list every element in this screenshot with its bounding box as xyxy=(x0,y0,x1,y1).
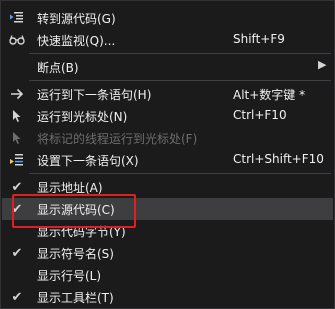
menu-item-label: 显示工具栏(T) xyxy=(37,291,114,305)
menu-item-label: 设置下一条语句(X) xyxy=(37,154,139,168)
submenu-arrow-icon: ▶ xyxy=(318,58,327,71)
menu-item-breakpoint[interactable]: 断点(B) ▶ xyxy=(2,56,333,78)
menu-separator xyxy=(29,173,331,174)
menu-separator xyxy=(29,80,331,81)
menu-item-label: 快速监视(Q)... xyxy=(37,34,116,48)
goto-source-icon xyxy=(8,9,26,27)
set-next-statement-icon xyxy=(8,151,26,169)
cursor-icon xyxy=(8,107,26,125)
menu-item-run-flagged-threads-to-cursor: 将标记的线程运行到光标处(F) xyxy=(2,127,333,149)
arrow-right-icon xyxy=(8,85,26,103)
menu-item-shortcut: Ctrl+Shift+F10 xyxy=(233,152,324,166)
check-icon: ✔ xyxy=(11,245,23,261)
menu-item-set-next-statement[interactable]: 设置下一条语句(X) Ctrl+Shift+F10 xyxy=(2,149,333,171)
menu-item-label: 将标记的线程运行到光标处(F) xyxy=(37,132,198,146)
menu-item-run-to-cursor[interactable]: 运行到光标处(N) Ctrl+F10 xyxy=(2,105,333,127)
menu-item-label: 运行到下一条语句(H) xyxy=(37,88,152,102)
menu-item-shortcut: Alt+数字键 * xyxy=(233,88,306,102)
menu-item-quick-watch[interactable]: 快速监视(Q)... Shift+F9 xyxy=(2,29,333,51)
menu-item-label: 转到源代码(G) xyxy=(37,12,116,26)
menu-item-go-to-source[interactable]: 转到源代码(G) xyxy=(2,7,333,29)
menu-separator xyxy=(29,53,331,54)
annotation-highlight-box xyxy=(12,194,136,228)
context-menu: 转到源代码(G) 快速监视(Q)... Shift+F9 断点(B) ▶ 运行到… xyxy=(0,0,335,309)
menu-item-show-symbol-names[interactable]: ✔ 显示符号名(S) xyxy=(2,242,333,264)
check-icon: ✔ xyxy=(11,289,23,305)
cursor-icon xyxy=(8,129,26,147)
menu-item-show-toolbar[interactable]: ✔ 显示工具栏(T) xyxy=(2,286,333,308)
menu-item-label: 显示行号(L) xyxy=(37,269,102,283)
menu-item-label: 显示符号名(S) xyxy=(37,247,114,261)
menu-item-label: 运行到光标处(N) xyxy=(37,110,128,124)
glasses-icon xyxy=(8,31,26,49)
menu-item-shortcut: Ctrl+F10 xyxy=(233,108,287,122)
menu-item-show-line-numbers[interactable]: 显示行号(L) xyxy=(2,264,333,286)
menu-item-run-to-next-statement[interactable]: 运行到下一条语句(H) Alt+数字键 * xyxy=(2,83,333,105)
menu-item-label: 断点(B) xyxy=(37,61,79,75)
menu-item-shortcut: Shift+F9 xyxy=(233,32,285,46)
